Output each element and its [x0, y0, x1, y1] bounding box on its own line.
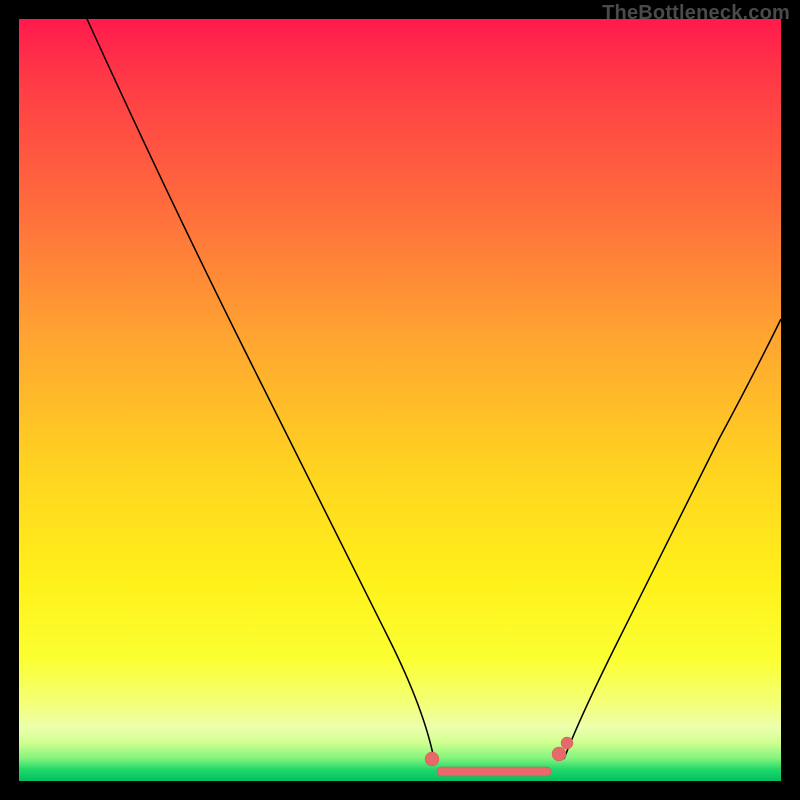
- marker-dot: [425, 752, 439, 766]
- plot-area: [19, 19, 781, 781]
- marker-flat-bar: [437, 767, 551, 776]
- marker-dot: [561, 737, 573, 749]
- curve-layer: [19, 19, 781, 781]
- marker-dot: [552, 747, 566, 761]
- chart-frame: TheBottleneck.com: [0, 0, 800, 800]
- curve-right-branch: [564, 319, 781, 759]
- curve-left-branch: [87, 19, 434, 759]
- watermark-text: TheBottleneck.com: [602, 2, 790, 25]
